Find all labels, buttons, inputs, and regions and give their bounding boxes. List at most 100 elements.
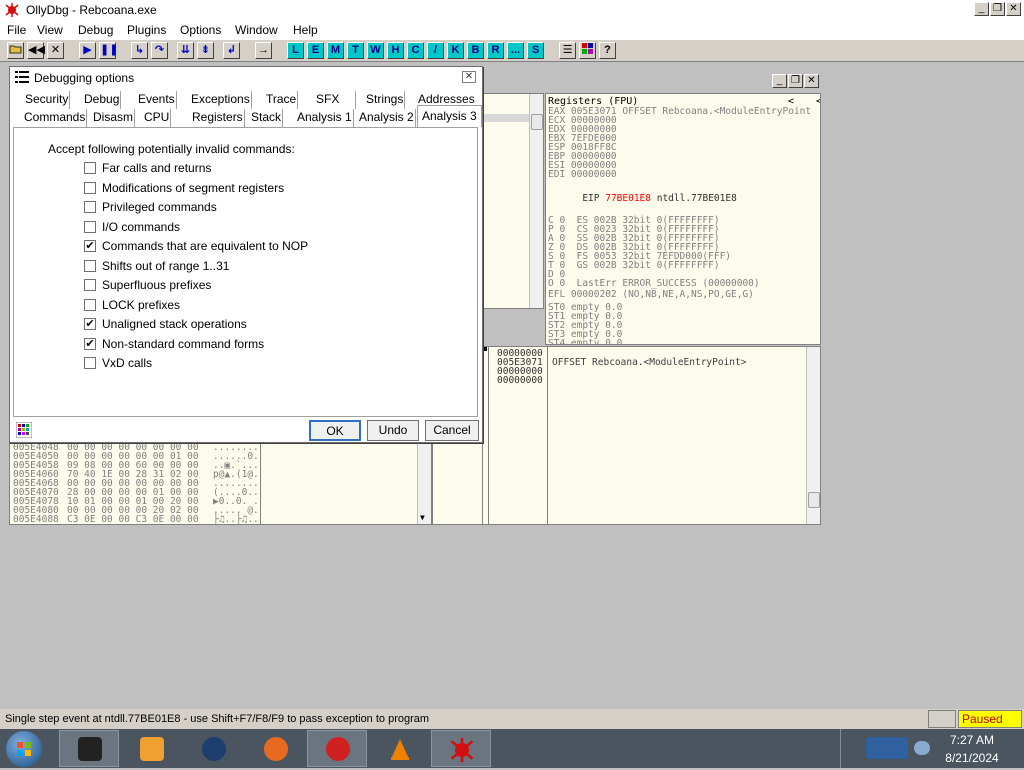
scroll-thumb[interactable] (531, 114, 543, 130)
option-checkbox[interactable] (84, 220, 96, 233)
network-tray-icon[interactable] (866, 737, 908, 759)
run-icon[interactable]: ▶ (79, 42, 96, 59)
undo-button[interactable]: Undo (367, 420, 419, 441)
close-button[interactable]: ✕ (1006, 2, 1021, 16)
taskbar-vlc-app[interactable] (369, 730, 429, 767)
register-row[interactable]: EDI 00000000 (548, 170, 818, 180)
windows-window-button[interactable]: W (367, 42, 384, 59)
taskbar-red-app[interactable] (307, 730, 367, 767)
list-icon[interactable]: ☰ (559, 42, 576, 59)
tab-events[interactable]: Events (137, 91, 177, 109)
tab-stack[interactable]: Stack (250, 109, 284, 127)
disassembly-scrollbar[interactable] (529, 94, 543, 308)
tray-expand-icon[interactable] (840, 729, 862, 768)
tab-debug[interactable]: Debug (83, 91, 122, 109)
step-into-icon[interactable]: ↳ (131, 42, 148, 59)
menu-help[interactable]: Help (293, 23, 318, 37)
menu-plugins[interactable]: Plugins (127, 23, 166, 37)
option-checkbox[interactable]: ✔ (84, 318, 96, 330)
trace-over-icon[interactable]: ⇟ (197, 42, 214, 59)
option-checkbox[interactable] (84, 357, 96, 369)
menu-window[interactable]: Window (235, 23, 278, 37)
tab-trace[interactable]: Trace (265, 91, 299, 109)
clock[interactable]: 7:27 AM 8/21/2024 (940, 733, 1004, 765)
source-window-button[interactable]: S (527, 42, 544, 59)
taskbar-media-player-app[interactable] (121, 730, 181, 767)
colors-grid-icon[interactable] (16, 422, 32, 438)
tab-exceptions[interactable]: Exceptions (190, 91, 252, 109)
restart-icon[interactable]: ◀◀ (27, 42, 45, 59)
modules-window-button[interactable]: E (307, 42, 324, 59)
cpu-close-button[interactable]: ✕ (804, 74, 819, 88)
open-icon[interactable] (7, 42, 24, 59)
tab-analysis-2[interactable]: Analysis 2 (358, 109, 416, 127)
tab-registers[interactable]: Registers (191, 109, 245, 127)
flag-row[interactable]: T 0 GS 002B 32bit 0(FFFFFFFF) (548, 261, 818, 271)
dialog-close-button[interactable]: ✕ (462, 71, 476, 83)
pause-icon[interactable]: ❚❚ (99, 42, 118, 59)
option-checkbox[interactable] (84, 279, 96, 291)
dump-scrollbar[interactable]: ▼ (417, 434, 431, 524)
cpu-minimize-button[interactable]: _ (772, 74, 787, 88)
call-stack-window-button[interactable]: K (447, 42, 464, 59)
cpu-restore-button[interactable]: ❐ (788, 74, 803, 88)
tab-disasm[interactable]: Disasm (92, 109, 136, 127)
menu-view[interactable]: View (37, 23, 63, 37)
log-window-button[interactable]: L (287, 42, 304, 59)
ok-button[interactable]: OK (309, 420, 361, 441)
goto-icon[interactable]: → (255, 42, 272, 59)
handles-window-button[interactable]: H (387, 42, 404, 59)
menu-debug[interactable]: Debug (78, 23, 113, 37)
trace-into-icon[interactable]: ⇊ (177, 42, 194, 59)
breakpoints-window-button[interactable]: B (467, 42, 484, 59)
references-window-button[interactable]: R (487, 42, 504, 59)
speaker-tray-icon[interactable] (914, 741, 930, 755)
tab-security[interactable]: Security (24, 91, 71, 109)
tab-commands[interactable]: Commands (23, 109, 88, 127)
dump-panel[interactable]: 005E4048 00 00 00 00 00 00 00 00........ 0… (9, 433, 432, 525)
patches-window-button[interactable]: / (427, 42, 444, 59)
option-checkbox[interactable] (84, 181, 96, 194)
threads-window-button[interactable]: T (347, 42, 364, 59)
tab-cpu[interactable]: CPU (143, 109, 172, 127)
execute-till-return-icon[interactable]: ↲ (223, 42, 240, 59)
run-trace-window-button[interactable]: ... (507, 42, 524, 59)
stack-value[interactable]: 00000000 (497, 376, 543, 386)
registers-nav-right[interactable]: < (816, 96, 820, 107)
tab-analysis-1[interactable]: Analysis 1 (296, 109, 354, 127)
option-checkbox[interactable]: ✔ (84, 337, 96, 350)
stack-panel[interactable]: 00000000 005E3071 00000000 00000000 OFFSET … (482, 346, 821, 525)
fpu-row[interactable]: ST4 empty 0.0 (548, 339, 818, 344)
option-checkbox[interactable] (84, 201, 96, 213)
option-checkbox[interactable]: ✔ (84, 240, 96, 252)
registers-panel[interactable]: Registers (FPU) < < EAX 005E3071 OFFSET … (545, 93, 821, 345)
memory-window-button[interactable]: M (327, 42, 344, 59)
start-button[interactable] (6, 731, 42, 767)
restore-button[interactable]: ❐ (990, 2, 1005, 16)
menu-file[interactable]: File (7, 23, 26, 37)
cpu-window-button[interactable]: C (407, 42, 424, 59)
tab-analysis-3[interactable]: Analysis 3 (417, 105, 482, 127)
scroll-down-icon[interactable]: ▼ (420, 513, 425, 522)
stack-scrollbar[interactable] (806, 347, 820, 524)
colors-grid-icon[interactable] (579, 42, 596, 59)
taskbar-terminal-app[interactable] (59, 730, 119, 767)
tab-sfx[interactable]: SFX (315, 91, 356, 109)
taskbar-globe-app[interactable] (183, 730, 243, 767)
tab-strings[interactable]: Strings (365, 91, 406, 109)
option-checkbox[interactable] (84, 259, 96, 272)
scroll-thumb[interactable] (808, 492, 820, 508)
registers-nav-left[interactable]: < (788, 96, 794, 107)
option-checkbox[interactable] (84, 162, 96, 174)
flag-row[interactable]: O 0 LastErr ERROR_SUCCESS (00000000) (548, 279, 818, 289)
step-over-icon[interactable]: ↷ (151, 42, 168, 59)
minimize-button[interactable]: _ (974, 2, 989, 16)
close-icon[interactable]: ✕ (47, 42, 64, 59)
help-icon[interactable]: ? (599, 42, 616, 59)
cancel-button[interactable]: Cancel (425, 420, 479, 441)
menu-options[interactable]: Options (180, 23, 221, 37)
option-checkbox[interactable] (84, 298, 96, 311)
taskbar-firefox-app[interactable] (245, 730, 305, 767)
taskbar-ollydbg-app[interactable] (431, 730, 491, 767)
disassembly-panel[interactable] (482, 93, 544, 309)
